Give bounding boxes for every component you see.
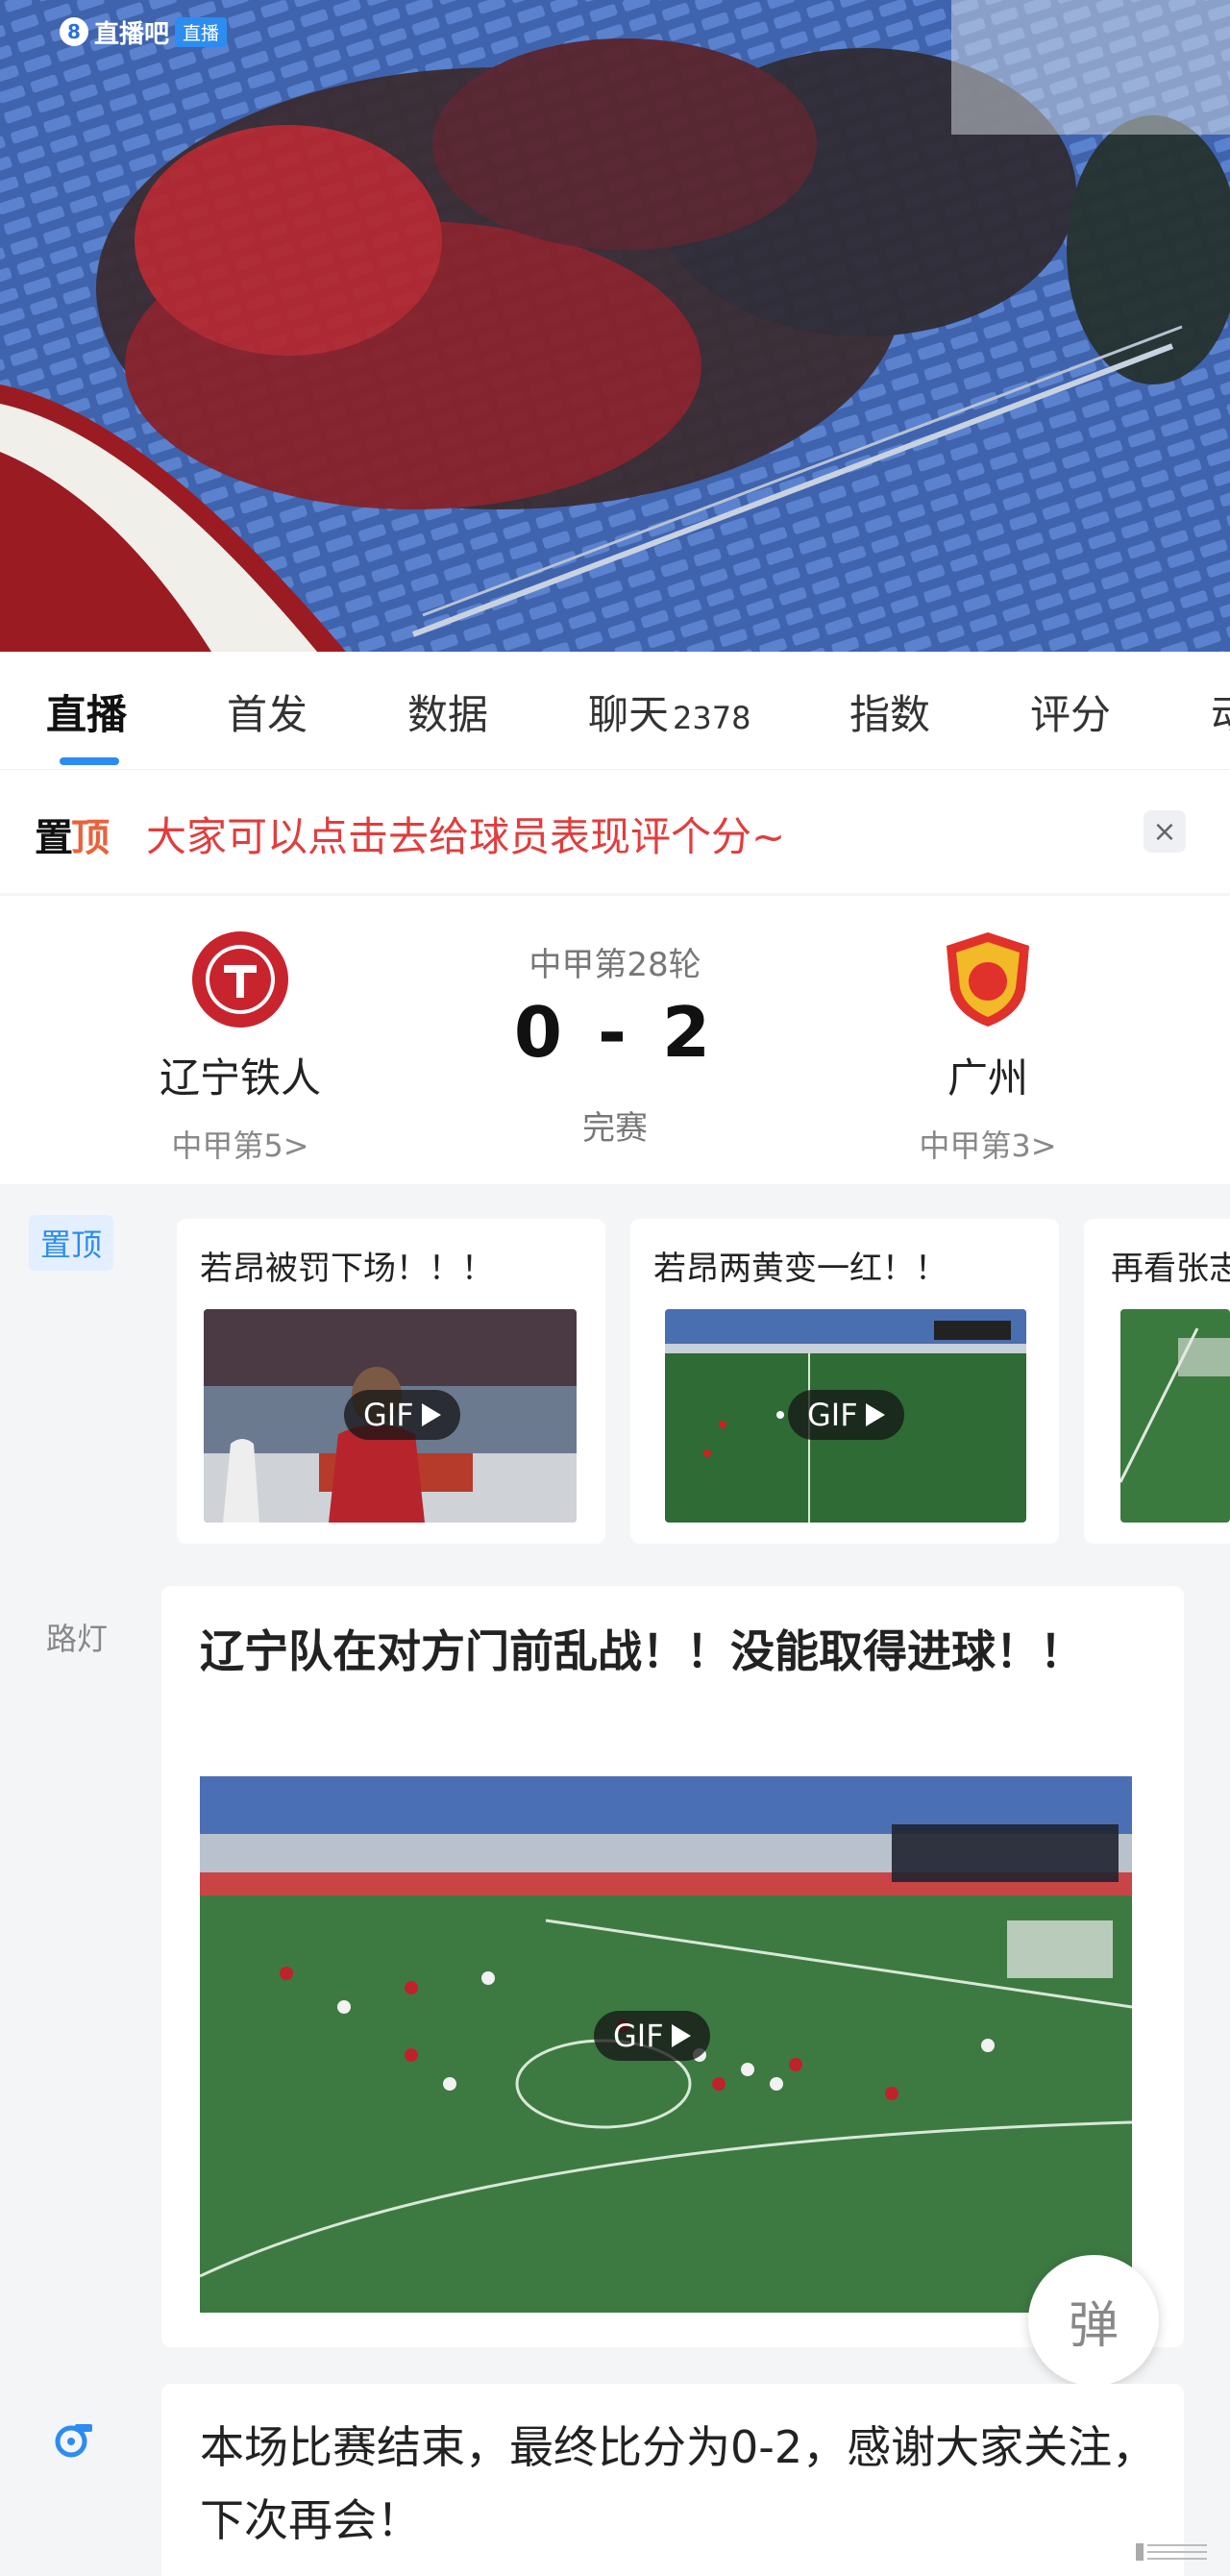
- highlight-card[interactable]: 再看张志: [1084, 1219, 1230, 1544]
- live-video-player[interactable]: 8 直播吧 直播: [0, 0, 1230, 652]
- play-icon: [671, 2024, 691, 2047]
- highlight-card[interactable]: 若昂被罚下场！！！ GIF: [177, 1219, 605, 1544]
- home-team-name: 辽宁铁人: [159, 1054, 321, 1102]
- tab-ratings-label: 评分: [1030, 691, 1112, 738]
- tab-chat-label: 聊天: [588, 691, 670, 738]
- tab-odds-label: 指数: [849, 691, 931, 738]
- app-watermark: 8 直播吧 直播: [60, 13, 228, 50]
- pinned-logo: 置顶: [35, 806, 110, 862]
- highlight-thumbnail: GIF: [204, 1309, 577, 1523]
- highlight-thumbnail: [1120, 1309, 1230, 1523]
- post-gif[interactable]: GIF: [200, 1776, 1132, 2313]
- post-category-tag: 路灯: [46, 1621, 109, 1657]
- highlight-title: 若昂被罚下场！！！: [200, 1250, 494, 1288]
- highlight-card[interactable]: 若昂两黄变一红！！ GIF: [630, 1219, 1059, 1544]
- away-team[interactable]: 广州 中甲第3>: [844, 929, 1132, 1166]
- guangzhou-crest-icon: [947, 932, 1029, 1027]
- pinned-notice-text: 大家可以点击去给球员表现评个分~: [146, 813, 786, 860]
- live-badge: 直播: [175, 16, 228, 47]
- away-team-name: 广州: [947, 1054, 1028, 1102]
- zhibo8-logo-icon: 8: [60, 17, 88, 46]
- chat-count: 2378: [673, 700, 751, 736]
- tab-live-label: 直播: [46, 691, 128, 738]
- match-round: 中甲第28轮: [529, 946, 701, 984]
- tab-more[interactable]: 动: [1211, 682, 1230, 741]
- pinned-logo-accent: 顶: [71, 816, 110, 860]
- gif-label: GIF: [613, 2018, 664, 2054]
- tab-lineup-label: 首发: [227, 691, 308, 738]
- tab-odds[interactable]: 指数: [849, 682, 930, 741]
- scroll-thumb-icon[interactable]: [1134, 2538, 1211, 2566]
- tab-chat[interactable]: 聊天 2378: [588, 682, 750, 741]
- stadium-video-frame: [0, 0, 1230, 652]
- gif-badge[interactable]: GIF: [594, 2011, 710, 2061]
- home-team-rank[interactable]: 中甲第5>: [96, 1122, 384, 1166]
- match-status: 完赛: [582, 1109, 648, 1148]
- match-score: 0 - 2: [513, 992, 717, 1073]
- match-tab-bar: 直播 首发 数据 聊天2378 指数 评分 动: [0, 652, 1230, 769]
- close-icon[interactable]: ×: [1144, 810, 1186, 853]
- liaoning-tieren-crest-icon: [192, 931, 288, 1028]
- tab-live[interactable]: 直播: [46, 682, 127, 741]
- tab-ratings[interactable]: 评分: [1030, 682, 1111, 741]
- tab-stats-label: 数据: [407, 691, 489, 738]
- feed-post[interactable]: 辽宁队在对方门前乱战！！没能取得进球！！ GIF: [161, 1586, 1184, 2347]
- app-name: 直播吧: [94, 19, 170, 49]
- final-commentary-text: 本场比赛结束，最终比分为0-2，感谢大家关注，下次再会！: [200, 2421, 1157, 2546]
- danmaku-toggle-button[interactable]: 弹: [1028, 2255, 1159, 2386]
- away-team-rank[interactable]: 中甲第3>: [844, 1122, 1132, 1166]
- highlight-thumbnail: GIF: [665, 1309, 1026, 1523]
- gif-label: GIF: [363, 1397, 414, 1433]
- final-commentary: 本场比赛结束，最终比分为0-2，感谢大家关注，下次再会！: [161, 2384, 1184, 2576]
- pinned-tag: 置顶: [29, 1215, 114, 1271]
- match-scoreboard: 辽宁铁人 中甲第5> 中甲第28轮 0 - 2 完赛 广州 中甲第3>: [0, 896, 1230, 1184]
- play-icon: [865, 1403, 885, 1426]
- goal-area-thumbnail: [1120, 1309, 1230, 1523]
- highlight-title: 若昂两黄变一红！！: [653, 1250, 947, 1288]
- tab-more-label: 动: [1211, 691, 1230, 738]
- gif-badge[interactable]: GIF: [344, 1390, 460, 1440]
- tab-stats[interactable]: 数据: [407, 682, 488, 741]
- pinned-notice[interactable]: 置顶 大家可以点击去给球员表现评个分~ ×: [0, 769, 1230, 893]
- tab-lineup[interactable]: 首发: [227, 682, 308, 741]
- play-icon: [421, 1403, 441, 1426]
- gif-badge[interactable]: GIF: [788, 1390, 904, 1440]
- home-team[interactable]: 辽宁铁人 中甲第5>: [96, 929, 384, 1166]
- pinned-logo-main: 置: [35, 816, 73, 860]
- post-title: 辽宁队在对方门前乱战！！没能取得进球！！: [200, 1625, 1084, 1677]
- whistle-icon: [55, 2424, 92, 2458]
- highlight-title: 再看张志: [1111, 1250, 1230, 1288]
- gif-label: GIF: [807, 1397, 858, 1433]
- active-tab-indicator: [60, 757, 119, 765]
